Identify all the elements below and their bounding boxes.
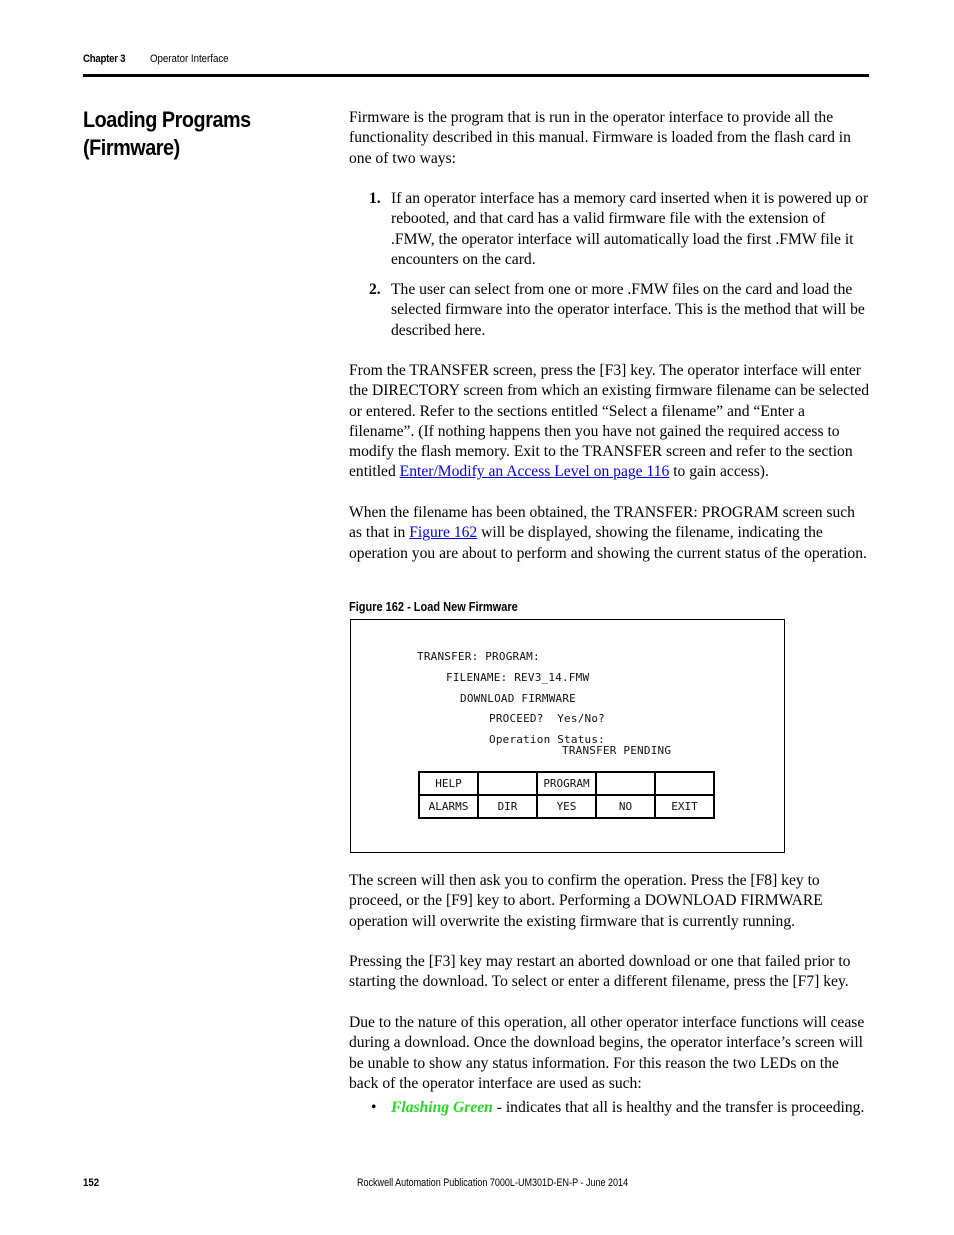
function-key-grid: HELP PROGRAM ALARMS DIR YES NO EXIT bbox=[418, 771, 715, 819]
restart-paragraph: Pressing the [F3] key may restart an abo… bbox=[349, 953, 851, 991]
header-rule bbox=[83, 74, 869, 77]
screen-filename: FILENAME: REV3_14.FMW bbox=[446, 671, 590, 684]
chapter-section-title: Operator Interface bbox=[150, 53, 229, 65]
fkey-row-bottom: ALARMS DIR YES NO EXIT bbox=[418, 794, 715, 819]
screen-proceed: PROCEED? Yes/No? bbox=[489, 712, 605, 725]
filename-paragraph: When the filename has been obtained, the… bbox=[349, 503, 871, 564]
fkey-alarms[interactable]: ALARMS bbox=[418, 794, 479, 819]
figure-caption: Figure 162 - Load New Firmware bbox=[349, 600, 518, 614]
list-number: 1. bbox=[369, 190, 381, 207]
nature-paragraph: Due to the nature of this operation, all… bbox=[349, 1014, 865, 1092]
page-header: Chapter 3 Operator Interface bbox=[83, 53, 229, 65]
fkey-blank[interactable] bbox=[595, 771, 656, 796]
bullet-text: - indicates that all is healthy and the … bbox=[492, 1099, 865, 1116]
list-number: 2. bbox=[369, 281, 381, 298]
fkey-program[interactable]: PROGRAM bbox=[536, 771, 597, 796]
fkey-help[interactable]: HELP bbox=[418, 771, 479, 796]
list-text: The user can select from one or more .FM… bbox=[391, 281, 865, 339]
publication-footer: Rockwell Automation Publication 7000L-UM… bbox=[357, 1177, 629, 1189]
fkey-blank[interactable] bbox=[654, 771, 715, 796]
fkey-exit[interactable]: EXIT bbox=[654, 794, 715, 819]
page-number: 152 bbox=[83, 1177, 100, 1189]
transfer-text-end: to gain access). bbox=[669, 463, 769, 481]
transfer-paragraph: From the TRANSFER screen, press the [F3]… bbox=[349, 361, 871, 483]
bullet-term: Flashing Green bbox=[391, 1099, 493, 1116]
bullet-text-container: Flashing Green - indicates that all is h… bbox=[391, 1098, 864, 1118]
confirm-paragraph: The screen will then ask you to confirm … bbox=[349, 872, 823, 930]
access-level-link[interactable]: Enter/Modify an Access Level on page 116 bbox=[400, 463, 670, 480]
figure-162-link[interactable]: Figure 162 bbox=[409, 524, 477, 541]
screen-title: TRANSFER: PROGRAM: bbox=[417, 650, 540, 663]
fkey-blank[interactable] bbox=[477, 771, 538, 796]
list-text: If an operator interface has a memory ca… bbox=[391, 190, 869, 268]
intro-paragraph: Firmware is the program that is run in t… bbox=[349, 109, 851, 167]
section-title: Loading Programs (Firmware) bbox=[83, 107, 251, 160]
screen-operation: DOWNLOAD FIRMWARE bbox=[460, 692, 576, 705]
bullet-icon: • bbox=[371, 1099, 377, 1116]
fkey-yes[interactable]: YES bbox=[536, 794, 597, 819]
fkey-row-top: HELP PROGRAM bbox=[418, 771, 715, 796]
screen-status-value: TRANSFER PENDING bbox=[562, 744, 672, 757]
operator-screen-figure: TRANSFER: PROGRAM: FILENAME: REV3_14.FMW… bbox=[350, 619, 785, 853]
chapter-label: Chapter 3 bbox=[83, 53, 126, 65]
fkey-dir[interactable]: DIR bbox=[477, 794, 538, 819]
fkey-no[interactable]: NO bbox=[595, 794, 656, 819]
